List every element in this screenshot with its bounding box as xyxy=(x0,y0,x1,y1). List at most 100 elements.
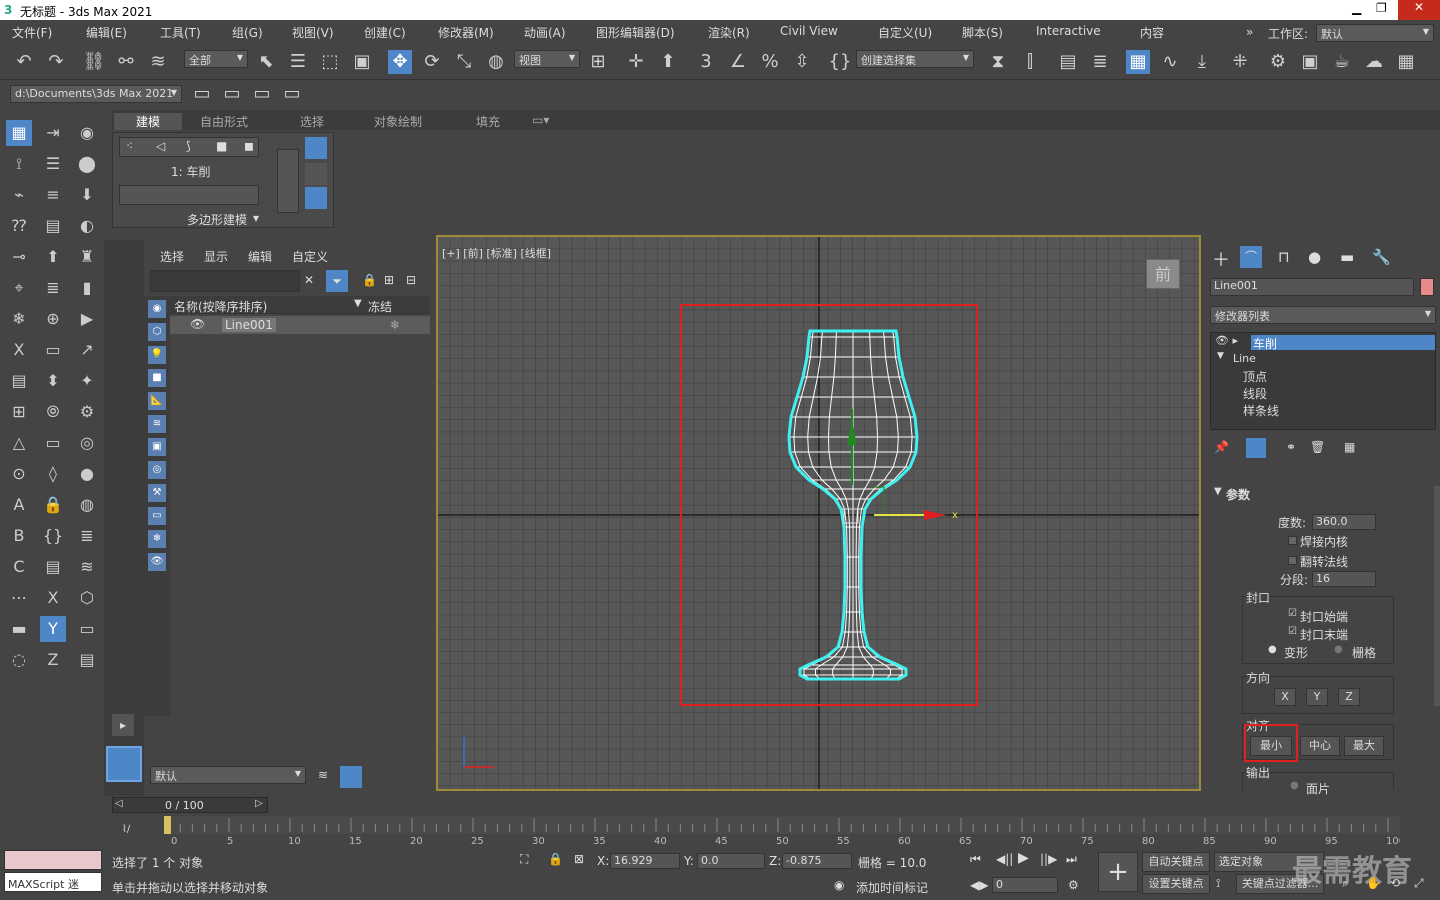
menu-item-6[interactable]: 修改器(M) xyxy=(438,24,494,41)
angle-snap-icon[interactable]: ∠ xyxy=(726,50,750,74)
freeze-snowflake-icon[interactable]: ❄ xyxy=(390,318,400,332)
cap-end-checkbox[interactable]: ☑ xyxy=(1288,626,1297,637)
maxscript-listener[interactable] xyxy=(4,850,102,870)
x-coordinate-field[interactable]: 16.929 xyxy=(610,853,680,869)
ribbon-tab-1[interactable]: 自由形式 xyxy=(200,113,248,130)
modifier-mode-buttons[interactable] xyxy=(119,185,259,205)
menu-item-9[interactable]: 渲染(R) xyxy=(708,24,750,41)
left-tool-icon-52[interactable]: Z xyxy=(40,647,66,673)
orbit-icon[interactable]: ⟲ xyxy=(1390,876,1400,890)
explorer-tab-1[interactable]: 显示 xyxy=(204,248,228,265)
show-result-icon[interactable] xyxy=(1246,438,1266,458)
border-icon[interactable]: ⟆ xyxy=(186,139,191,153)
set-key-button[interactable]: 设置关键点 xyxy=(1142,874,1210,894)
make-unique-icon[interactable]: ⚭ xyxy=(1286,440,1296,454)
patch-radio[interactable]: ● xyxy=(1290,780,1299,791)
menu-item-13[interactable]: Interactive xyxy=(1036,24,1101,38)
select-by-name-icon[interactable]: ☰ xyxy=(286,50,310,74)
menu-item-4[interactable]: 视图(V) xyxy=(292,24,334,41)
explorer-filter-icon-2[interactable]: 💡 xyxy=(148,346,166,364)
align-max-button[interactable]: 最大 xyxy=(1344,736,1384,756)
curve-toggle-icon[interactable]: ⌇∕ xyxy=(122,824,130,835)
degrees-spinner[interactable]: 360.0 xyxy=(1312,514,1376,530)
left-tool-icon-16[interactable]: ≣ xyxy=(40,275,66,301)
left-tool-icon-31[interactable]: ▭ xyxy=(40,430,66,456)
configure-sets-icon[interactable]: ▦ xyxy=(1344,440,1355,454)
z-coordinate-field[interactable]: -0.875 xyxy=(782,853,852,869)
prev-frame-icon[interactable]: ◁ xyxy=(115,798,123,809)
project-settings-icon[interactable]: ▭ xyxy=(280,82,304,106)
ribbon-tab-3[interactable]: 对象绘制 xyxy=(374,113,422,130)
modifier-list-dropdown[interactable]: 修改器列表 xyxy=(1210,306,1436,324)
left-tool-icon-29[interactable]: ⚙ xyxy=(74,399,100,425)
grid-radio[interactable]: ● xyxy=(1334,644,1343,655)
toggle-scene-explorer-icon[interactable]: ▤ xyxy=(1056,50,1080,74)
panel-dropdown-icon[interactable]: ▾ xyxy=(253,211,259,225)
hierarchy-tab-icon[interactable]: ⊓ xyxy=(1278,248,1290,266)
left-tool-icon-35[interactable]: ● xyxy=(74,461,100,487)
explorer-filter-icon-0[interactable]: ◉ xyxy=(148,300,166,318)
explorer-filter-icon-10[interactable]: ❄ xyxy=(148,530,166,548)
left-tool-icon-38[interactable]: ◍ xyxy=(74,492,100,518)
material-editor-icon[interactable]: ⁜ xyxy=(1228,50,1252,74)
play-icon[interactable]: ▶ xyxy=(1018,850,1029,866)
modify-tab-icon[interactable]: ⌒ xyxy=(1240,246,1262,268)
menu-item-8[interactable]: 图形编辑器(D) xyxy=(596,24,675,41)
menu-item-2[interactable]: 工具(T) xyxy=(160,24,201,41)
flip-normals-checkbox[interactable] xyxy=(1288,556,1297,565)
left-tool-icon-21[interactable]: X xyxy=(6,337,32,363)
visibility-eye-icon[interactable]: 👁 xyxy=(190,317,205,331)
unlink-icon[interactable]: ⚯ xyxy=(114,50,138,74)
ribbon-tab-4[interactable]: 填充 xyxy=(476,113,500,130)
explorer-filter-icon-11[interactable]: 👁 xyxy=(148,553,166,571)
explorer-filter-icon-5[interactable]: ≋ xyxy=(148,415,166,433)
explorer-filter-icon-3[interactable]: ■ xyxy=(148,369,166,387)
column-name[interactable]: 名称(按降序排序) xyxy=(174,298,267,315)
curve-editor-icon[interactable]: ∿ xyxy=(1158,50,1182,74)
project-save-icon[interactable]: ▭ xyxy=(250,82,274,106)
panel-scrollbar[interactable] xyxy=(1434,486,1440,706)
scene-search-input[interactable] xyxy=(150,270,300,292)
project-new-icon[interactable]: ▭ xyxy=(190,82,214,106)
goto-end-icon[interactable]: ⏭ xyxy=(1066,852,1077,867)
minimize-button[interactable]: ▁ xyxy=(1352,1,1361,15)
subobject-level-buttons[interactable]: ⁖ ◁ ⟆ ■ ◼ xyxy=(119,137,259,157)
stack-item-line[interactable]: Line xyxy=(1233,352,1256,365)
add-time-tag[interactable]: 添加时间标记 xyxy=(856,879,928,896)
left-tool-icon-39[interactable]: B xyxy=(6,523,32,549)
select-rotate-icon[interactable]: ⟳ xyxy=(420,50,444,74)
menu-item-12[interactable]: 脚本(S) xyxy=(962,24,1003,41)
key-mode-icon[interactable]: ◀▶ xyxy=(970,878,988,892)
left-tool-icon-14[interactable]: ♜ xyxy=(74,244,100,270)
clear-search-icon[interactable]: ✕ xyxy=(304,273,314,287)
isolate-selection-icon[interactable]: ⛶ xyxy=(520,852,528,867)
edit-named-selection-icon[interactable]: {} xyxy=(828,50,852,74)
explorer-filter-icon-1[interactable]: ⬡ xyxy=(148,323,166,341)
rect-selection-icon[interactable]: ⬚ xyxy=(318,50,342,74)
front-viewport[interactable]: x [+] [前] [标准] [线框] 前 xyxy=(436,235,1201,791)
reference-coord-dropdown[interactable]: 视图 xyxy=(514,50,580,68)
snaps-toggle-icon[interactable]: 3 xyxy=(694,50,718,74)
layer-dropdown[interactable]: 默认 xyxy=(150,766,306,784)
left-tool-icon-2[interactable]: ◉ xyxy=(74,120,100,146)
explorer-filter-icon-8[interactable]: ⚒ xyxy=(148,484,166,502)
left-tool-icon-9[interactable]: ⁇ xyxy=(6,213,32,239)
render-production-icon[interactable]: ☕ xyxy=(1330,50,1354,74)
redo-icon[interactable]: ↷ xyxy=(44,50,68,74)
time-slider[interactable]: ◁ 0 / 100 ▷ xyxy=(112,797,268,813)
keyboard-shortcut-icon[interactable]: ⬆ xyxy=(656,50,680,74)
explorer-filter-icon-6[interactable]: ▣ xyxy=(148,438,166,456)
polygon-icon[interactable]: ■ xyxy=(216,139,227,153)
rollout-collapse-icon[interactable]: ▼ xyxy=(1214,486,1222,497)
left-tool-icon-45[interactable]: ⋯ xyxy=(6,585,32,611)
column-freeze[interactable]: 冻结 xyxy=(368,298,392,315)
a360-gallery-icon[interactable]: ▦ xyxy=(1394,50,1418,74)
track-bar[interactable]: 0 5 10 15 20 25 30 35 40 45 50 55 60 65 70 75 80 85 90 95 10… xyxy=(164,816,1400,846)
left-tool-icon-24[interactable]: ▤ xyxy=(6,368,32,394)
time-config-icon[interactable]: ⚙ xyxy=(1068,878,1079,892)
viewcube[interactable]: 前 xyxy=(1146,259,1180,289)
project-open-icon[interactable]: ▭ xyxy=(220,82,244,106)
menu-item-7[interactable]: 动画(A) xyxy=(524,24,566,41)
left-tool-icon-23[interactable]: ↗ xyxy=(74,337,100,363)
viewport-canvas[interactable]: x xyxy=(438,237,1201,791)
